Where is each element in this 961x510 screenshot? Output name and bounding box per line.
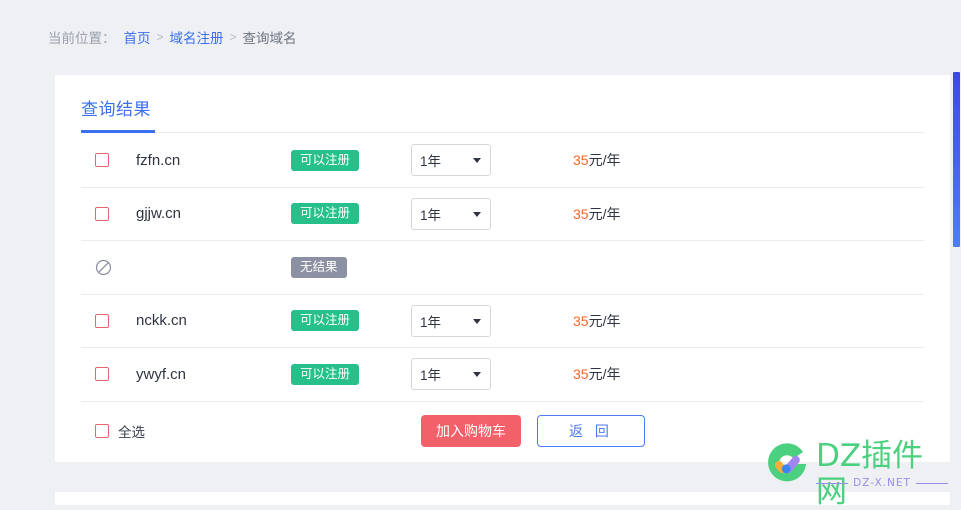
- row-select-cell: [81, 153, 136, 168]
- price-amount: 35: [573, 152, 589, 169]
- breadcrumb-item-query-domain: 查询域名: [242, 31, 297, 46]
- breadcrumb: 当前位置： 首页 > 域名注册 > 查询域名: [48, 26, 297, 48]
- status-cell: 可以注册: [291, 203, 411, 225]
- watermark-rule-left: [816, 482, 849, 484]
- chevron-down-icon: [473, 158, 481, 164]
- row-select-cell: [81, 313, 136, 328]
- status-badge: 可以注册: [291, 203, 360, 225]
- row-checkbox[interactable]: [95, 153, 109, 168]
- table-row: ywyf.cn 可以注册 1年 35元/年: [81, 348, 924, 402]
- tab-search-results[interactable]: 查询结果: [81, 95, 151, 120]
- price-amount: 35: [573, 312, 589, 329]
- tab-active-underline: [81, 130, 155, 133]
- period-cell: 1年: [411, 304, 551, 337]
- page-scrollbar-track[interactable]: [953, 0, 961, 505]
- price-unit: 元/年: [588, 312, 621, 329]
- price-unit: 元/年: [588, 152, 621, 169]
- table-row: nckk.cn 可以注册 1年 35元/年: [81, 295, 924, 348]
- domain-result-list: fzfn.cn 可以注册 1年 35元/年 gjjw.cn 可以注册 1年 35…: [81, 134, 924, 402]
- status-badge: 可以注册: [291, 149, 360, 171]
- row-select-cell: [81, 206, 136, 221]
- table-row: 无结果: [81, 241, 924, 295]
- period-select[interactable]: 1年: [411, 304, 491, 337]
- price-cell: 35元/年: [551, 311, 711, 331]
- secondary-card: [55, 492, 950, 505]
- domain-name: nckk.cn: [136, 312, 187, 330]
- period-select[interactable]: 1年: [411, 144, 491, 177]
- domain-name: gjjw.cn: [136, 205, 182, 223]
- card-header: 查询结果: [81, 89, 924, 133]
- price-amount: 35: [573, 366, 589, 383]
- chevron-down-icon: [473, 211, 481, 217]
- watermark-rule-right: [915, 482, 949, 484]
- status-badge: 可以注册: [291, 310, 360, 332]
- chevron-down-icon: [473, 372, 481, 378]
- back-button[interactable]: 返 回: [537, 415, 645, 447]
- add-to-cart-button[interactable]: 加入购物车: [421, 415, 521, 447]
- period-select-value: 1年: [420, 314, 442, 330]
- period-cell: 1年: [411, 358, 551, 391]
- breadcrumb-separator: >: [156, 30, 164, 44]
- row-select-cell: [81, 367, 136, 382]
- watermark-subtitle-row: DZ-X.NET: [816, 477, 949, 489]
- breadcrumb-item-domain-registration[interactable]: 域名注册: [170, 27, 224, 47]
- price-cell: 35元/年: [551, 364, 711, 384]
- row-select-cell: [81, 259, 136, 276]
- status-badge: 可以注册: [291, 363, 360, 385]
- footer-actions: 加入购物车 返 回: [421, 415, 645, 447]
- watermark-subtitle: DZ-X.NET: [853, 477, 911, 489]
- period-cell: 1年: [411, 197, 551, 230]
- price-amount: 35: [573, 205, 589, 222]
- price-unit: 元/年: [588, 366, 621, 383]
- table-row: fzfn.cn 可以注册 1年 35元/年: [81, 134, 924, 188]
- status-cell: 可以注册: [291, 149, 411, 171]
- domain-name: ywyf.cn: [136, 365, 187, 383]
- breadcrumb-label: 当前位置：: [48, 31, 116, 46]
- no-entry-icon: [95, 259, 112, 276]
- chevron-down-icon: [473, 318, 481, 324]
- period-cell: 1年: [411, 144, 551, 177]
- status-badge: 无结果: [291, 256, 347, 278]
- breadcrumb-item-home[interactable]: 首页: [124, 27, 151, 47]
- period-select[interactable]: 1年: [411, 197, 491, 230]
- page-scrollbar-thumb[interactable]: [953, 72, 960, 247]
- status-cell: 无结果: [291, 256, 411, 278]
- status-cell: 可以注册: [291, 363, 411, 385]
- price-unit: 元/年: [588, 205, 621, 222]
- breadcrumb-separator: >: [229, 30, 237, 44]
- row-checkbox[interactable]: [95, 313, 109, 328]
- search-result-card: 查询结果 fzfn.cn 可以注册 1年 35元/年 gjjw.cn 可以注册 …: [55, 75, 950, 462]
- row-checkbox[interactable]: [95, 367, 109, 382]
- status-cell: 可以注册: [291, 310, 411, 332]
- period-select[interactable]: 1年: [411, 358, 491, 391]
- select-all-label: 全选: [118, 425, 145, 440]
- row-checkbox[interactable]: [95, 206, 109, 221]
- select-all-checkbox[interactable]: [95, 424, 109, 438]
- select-all-control[interactable]: 全选: [81, 421, 145, 441]
- price-cell: 35元/年: [551, 150, 711, 170]
- card-footer: 全选 加入购物车 返 回: [81, 402, 924, 460]
- domain-name: fzfn.cn: [136, 151, 181, 169]
- period-select-value: 1年: [420, 368, 442, 384]
- period-select-value: 1年: [420, 207, 442, 223]
- price-cell: 35元/年: [551, 204, 711, 224]
- table-row: gjjw.cn 可以注册 1年 35元/年: [81, 188, 924, 241]
- period-select-value: 1年: [420, 154, 442, 170]
